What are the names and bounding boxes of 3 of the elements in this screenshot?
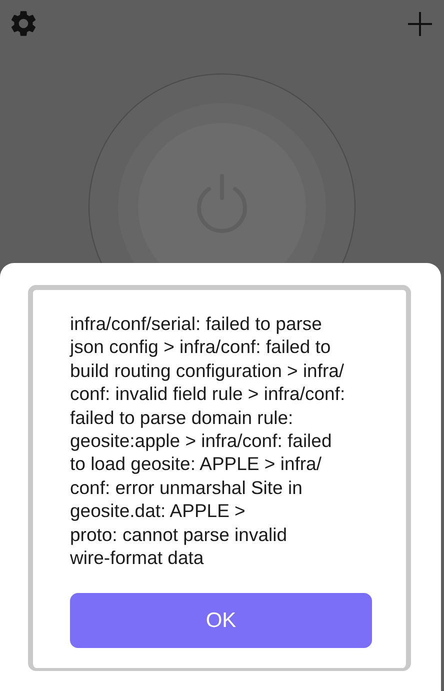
ok-button[interactable]: OK <box>70 593 372 648</box>
error-message: infra/conf/serial: failed to parse json config > infra/conf: failed to build routing configuration > infra/ conf: invalid field rule > infra/conf: failed to parse domain rule: geosite:apple > infra/conf: failed to load geosite: APPLE > infra/ conf: error unmarshal Site in geosite.dat: APPLE > proto: cannot parse invalid wire-format data <box>70 312 346 570</box>
add-icon[interactable] <box>406 10 434 38</box>
